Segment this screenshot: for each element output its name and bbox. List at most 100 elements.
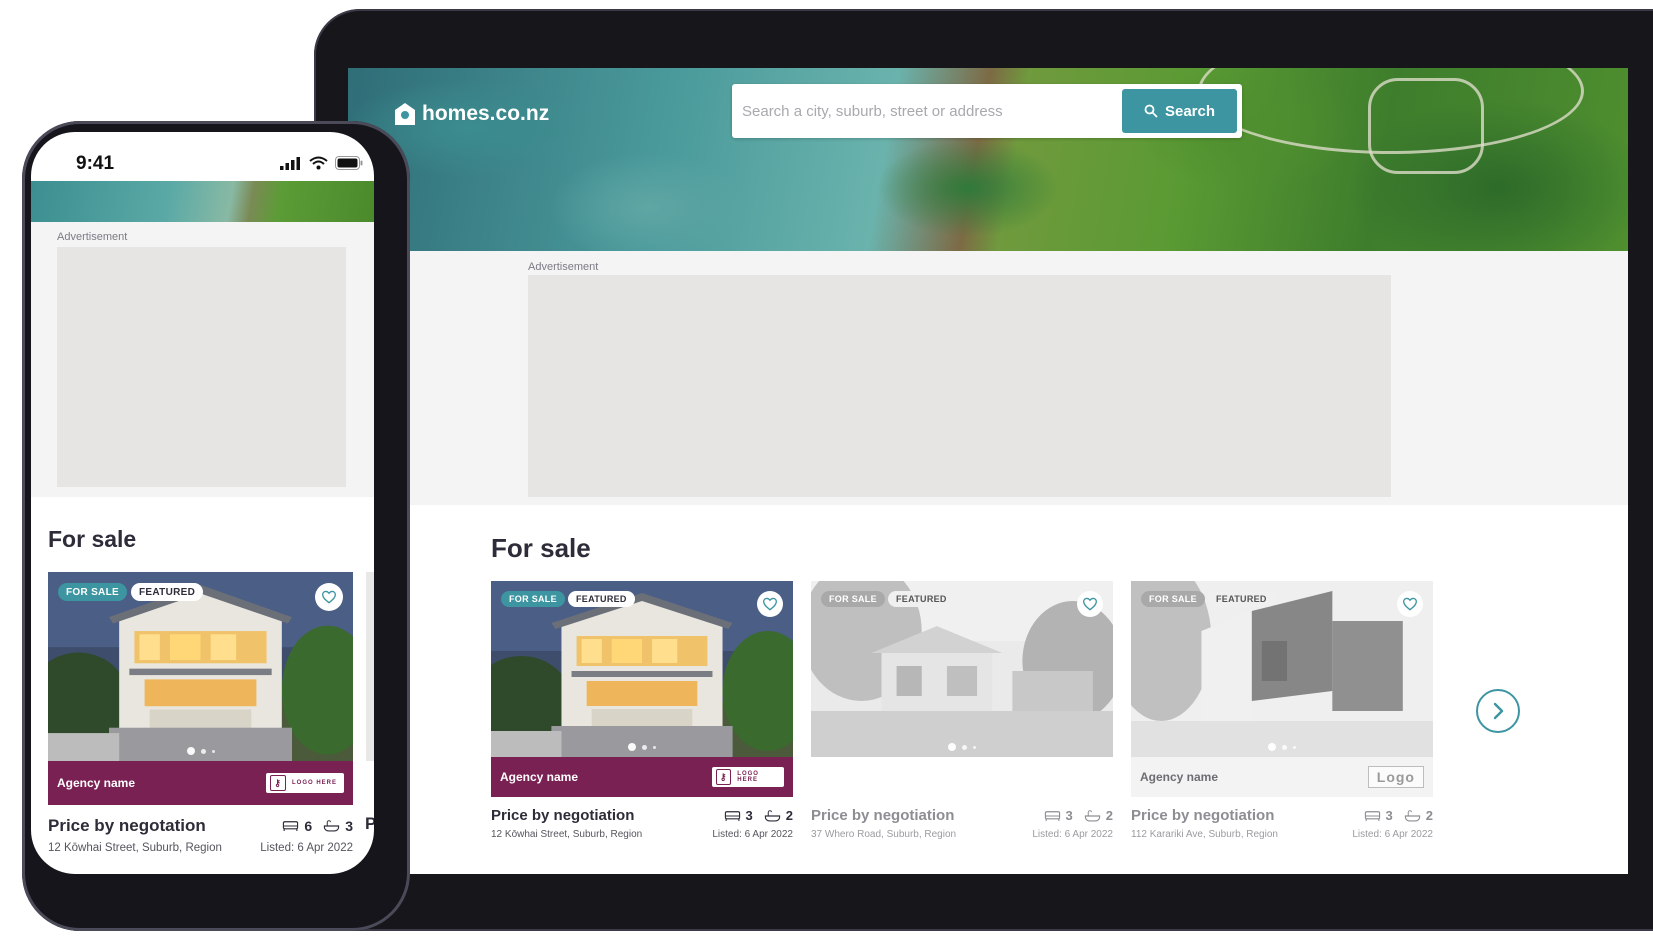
wifi-icon xyxy=(309,156,328,170)
listing-price: Price by negotation xyxy=(48,816,206,835)
key-icon: ⚷ xyxy=(270,775,286,791)
bed-count: 3 xyxy=(1385,808,1393,823)
heart-icon xyxy=(1082,596,1098,612)
next-card-peek[interactable] xyxy=(366,572,374,761)
listing-price: Price by negotiation xyxy=(1131,807,1275,824)
search-icon xyxy=(1144,104,1158,118)
carousel-dots[interactable] xyxy=(186,747,215,755)
for-sale-badge: FOR SALE xyxy=(58,583,127,601)
favourite-button[interactable] xyxy=(1397,591,1423,617)
for-sale-badge: FOR SALE xyxy=(1141,591,1205,607)
phone-ad-placeholder[interactable] xyxy=(57,247,346,487)
bed-icon xyxy=(1364,809,1381,823)
house-logo-icon xyxy=(395,103,415,125)
bed-icon xyxy=(1044,809,1061,823)
bed-icon xyxy=(282,819,299,833)
bath-icon xyxy=(1084,809,1101,823)
heart-icon xyxy=(321,589,337,605)
featured-badge: FEATURED xyxy=(131,583,204,601)
heart-icon xyxy=(762,596,778,612)
battery-icon xyxy=(335,156,363,170)
carousel-dots[interactable] xyxy=(1268,743,1296,751)
listing-photo[interactable]: FOR SALE FEATURED xyxy=(491,581,793,757)
phone-listing-card[interactable]: FOR SALE FEATURED Agency name ⚷ LOGO HERE… xyxy=(48,572,353,854)
bed-count: 6 xyxy=(304,818,313,834)
for-sale-badge: FOR SALE xyxy=(821,591,885,607)
listing-photo[interactable]: FOR SALE FEATURED xyxy=(1131,581,1433,757)
carousel-dots[interactable] xyxy=(628,743,656,751)
chevron-right-icon xyxy=(1493,702,1504,720)
agency-bar-empty xyxy=(811,757,1113,797)
listing-date: Listed: 6 Apr 2022 xyxy=(260,842,353,854)
phone-ad-label: Advertisement xyxy=(57,231,128,243)
listing-price: Price by negotiation xyxy=(811,807,955,824)
favourite-button[interactable] xyxy=(315,583,343,611)
featured-badge: FEATURED xyxy=(888,591,955,607)
agency-bar[interactable]: Agency name ⚷ LOGO HERE xyxy=(491,757,793,797)
status-time: 9:41 xyxy=(76,153,115,174)
agency-logo: Logo xyxy=(1367,766,1424,788)
bed-count: 3 xyxy=(745,808,753,823)
carousel-dots[interactable] xyxy=(948,743,976,751)
phone-hero-banner xyxy=(31,181,374,222)
phone-screen: 9:41 Advertisement For sale FOR SALE FEA… xyxy=(31,132,374,874)
heart-icon xyxy=(1402,596,1418,612)
agency-logo: ⚷ LOGO HERE xyxy=(712,767,784,787)
listing-price: Price by negotiation xyxy=(491,807,635,824)
favourite-button[interactable] xyxy=(757,591,783,617)
agency-logo-text: LOGO HERE xyxy=(737,771,759,783)
agency-bar[interactable]: Agency name Logo xyxy=(1131,757,1433,797)
listing-address: 12 Kōwhai Street, Suburb, Region xyxy=(48,842,222,854)
favourite-button[interactable] xyxy=(1077,591,1103,617)
listing-image xyxy=(491,581,793,757)
featured-badge: FEATURED xyxy=(1208,591,1275,607)
ad-placeholder[interactable] xyxy=(528,275,1391,497)
listing-address: 37 Whero Road, Suburb, Region xyxy=(811,829,957,840)
hero-banner: homes.co.nz Search xyxy=(348,68,1628,251)
for-sale-badge: FOR SALE xyxy=(501,591,565,607)
listing-photo[interactable]: FOR SALE FEATURED xyxy=(811,581,1113,757)
ad-section: Advertisement xyxy=(348,251,1628,505)
section-title-for-sale: For sale xyxy=(491,533,591,563)
bed-icon xyxy=(724,809,741,823)
listing-date: Listed: 6 Apr 2022 xyxy=(712,829,793,840)
search-button-label: Search xyxy=(1164,102,1216,120)
listing-address: 112 Karariki Ave, Suburb, Region xyxy=(1131,829,1278,840)
search-bar: Search xyxy=(732,84,1242,138)
listing-card[interactable]: FOR SALE FEATURED Price by negotiation 3… xyxy=(811,581,1113,840)
bath-icon xyxy=(764,809,781,823)
hero-field-decoration xyxy=(1368,78,1484,174)
search-input[interactable] xyxy=(738,90,1116,132)
bath-icon xyxy=(323,819,340,833)
agency-name: Agency name xyxy=(1140,770,1219,784)
featured-badge: FEATURED xyxy=(568,591,635,607)
bath-count: 2 xyxy=(1105,808,1113,823)
agency-bar[interactable]: Agency name ⚷ LOGO HERE xyxy=(48,761,353,805)
listing-image xyxy=(811,581,1113,757)
listing-date: Listed: 6 Apr 2022 xyxy=(1032,829,1113,840)
listing-features: 3 2 xyxy=(1044,808,1113,823)
tablet-screen: homes.co.nz Search Advertisement For sal… xyxy=(348,68,1628,874)
listing-image xyxy=(1131,581,1433,757)
agency-logo-text: LOGO HERE xyxy=(292,780,338,786)
listing-card[interactable]: FOR SALE FEATURED Agency name Logo Price… xyxy=(1131,581,1433,840)
listing-photo[interactable]: FOR SALE FEATURED xyxy=(48,572,353,761)
agency-name: Agency name xyxy=(57,776,136,790)
key-icon: ⚷ xyxy=(716,769,732,785)
listing-address: 12 Kōwhai Street, Suburb, Region xyxy=(491,829,643,840)
bath-count: 2 xyxy=(1425,808,1433,823)
phone-ad-section: Advertisement xyxy=(31,222,374,497)
phone-section-title: For sale xyxy=(48,526,137,552)
listing-card[interactable]: FOR SALE FEATURED Agency name ⚷ LOGO HERE… xyxy=(491,581,793,840)
ad-label: Advertisement xyxy=(528,261,599,273)
carousel-next-button[interactable] xyxy=(1476,689,1520,733)
bath-count: 3 xyxy=(345,818,353,834)
search-button[interactable]: Search xyxy=(1122,89,1237,133)
listing-date: Listed: 6 Apr 2022 xyxy=(1352,829,1433,840)
brand-name: homes.co.nz xyxy=(422,102,550,125)
agency-name: Agency name xyxy=(500,770,579,784)
listing-features: 6 3 xyxy=(282,818,353,834)
agency-logo: ⚷ LOGO HERE xyxy=(266,773,344,793)
brand-logo[interactable]: homes.co.nz xyxy=(394,102,549,126)
bath-count: 2 xyxy=(785,808,793,823)
